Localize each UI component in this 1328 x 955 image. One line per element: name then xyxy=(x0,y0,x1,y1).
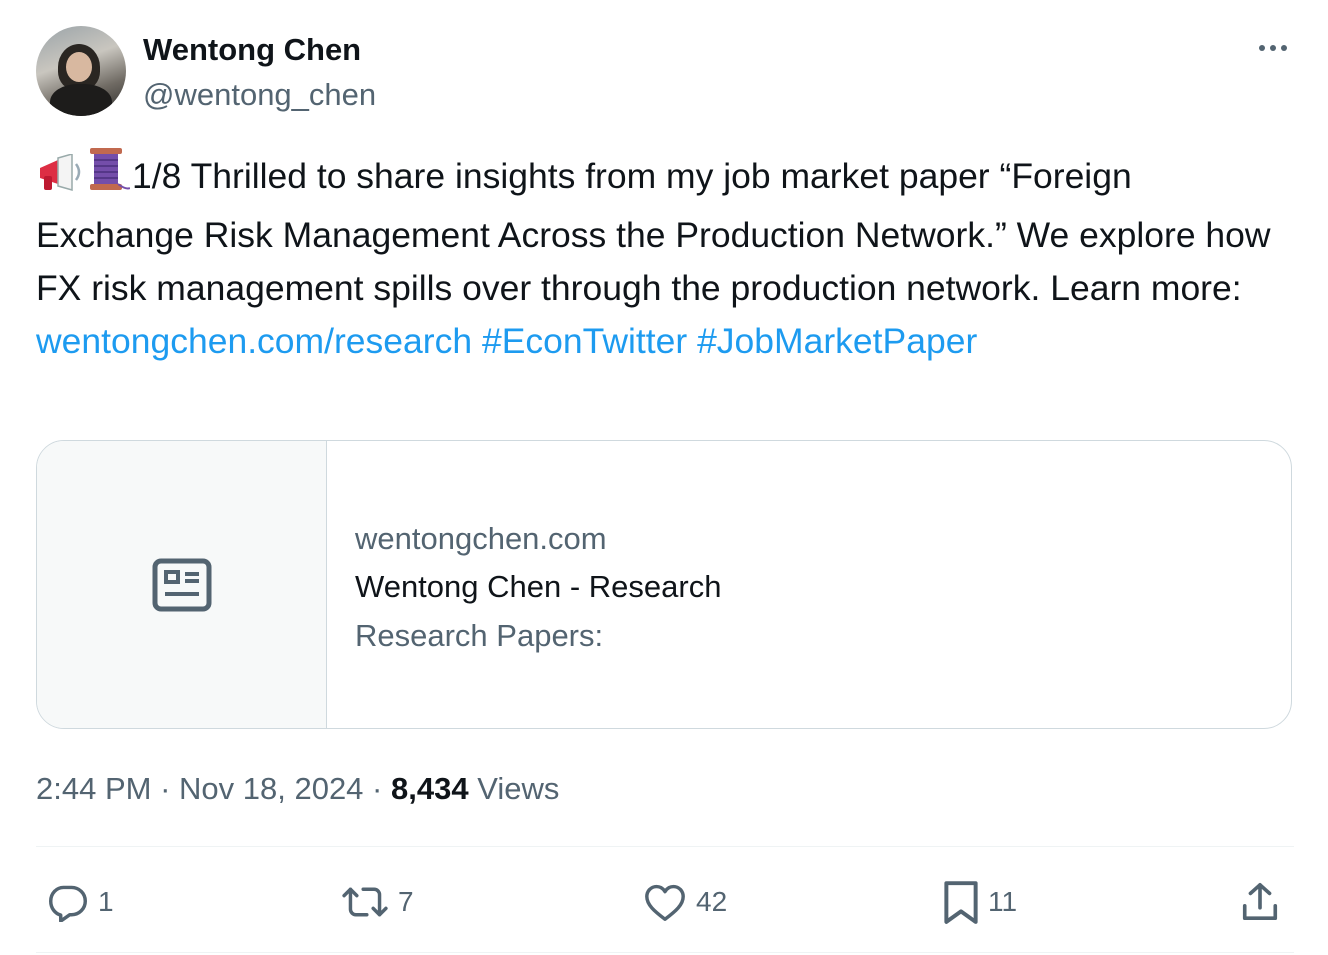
card-thumbnail xyxy=(37,441,327,728)
thread-spool-icon xyxy=(86,148,131,209)
avatar[interactable] xyxy=(36,26,126,116)
tweet-date[interactable]: Nov 18, 2024 xyxy=(179,771,363,806)
bookmark-button[interactable]: 11 xyxy=(942,878,1017,926)
card-description: Research Papers: xyxy=(355,618,604,653)
reply-icon xyxy=(49,885,87,922)
avatar-face xyxy=(66,52,92,82)
like-count: 42 xyxy=(696,886,728,917)
megaphone-icon xyxy=(36,153,84,209)
author-name[interactable]: Wentong Chen xyxy=(143,32,361,68)
meta-separator: · xyxy=(151,771,180,806)
more-dot xyxy=(1270,45,1276,51)
divider xyxy=(36,952,1294,953)
tweet-meta: 2:44 PM · Nov 18, 2024 · 8,434 Views xyxy=(36,771,559,807)
share-button[interactable] xyxy=(1238,878,1282,926)
bookmark-icon xyxy=(944,881,978,924)
more-dot xyxy=(1281,45,1287,51)
views-count: 8,434 xyxy=(391,771,469,806)
repost-count: 7 xyxy=(398,886,414,917)
avatar-body xyxy=(50,84,112,116)
article-icon xyxy=(152,558,211,611)
like-button[interactable]: 42 xyxy=(642,878,727,926)
link-preview-card[interactable]: wentongchen.com Wentong Chen - Research … xyxy=(36,440,1292,729)
card-title: Wentong Chen - Research xyxy=(355,569,722,604)
card-domain: wentongchen.com xyxy=(355,521,607,556)
divider xyxy=(36,846,1294,847)
repost-button[interactable]: 7 xyxy=(340,878,414,926)
hashtag-econtwitter[interactable]: #EconTwitter xyxy=(482,321,687,361)
more-dot xyxy=(1259,45,1265,51)
tweet-body-text: 1/8 Thrilled to share insights from my j… xyxy=(36,156,1271,308)
heart-icon xyxy=(645,884,685,921)
meta-separator: · xyxy=(363,771,391,806)
more-options-button[interactable] xyxy=(1251,30,1295,66)
hashtag-jobmarketpaper[interactable]: #JobMarketPaper xyxy=(697,321,977,361)
bookmark-count: 11 xyxy=(988,886,1018,917)
tweet-time[interactable]: 2:44 PM xyxy=(36,771,151,806)
views-label: Views xyxy=(477,771,560,806)
reply-button[interactable]: 1 xyxy=(46,878,114,926)
reply-count: 1 xyxy=(98,886,114,917)
research-link[interactable]: wentongchen.com/research xyxy=(36,321,472,361)
repost-icon xyxy=(342,887,388,917)
author-handle[interactable]: @wentong_chen xyxy=(143,77,376,113)
tweet-text: 1/8 Thrilled to share insights from my j… xyxy=(36,148,1286,368)
share-icon xyxy=(1242,883,1278,921)
